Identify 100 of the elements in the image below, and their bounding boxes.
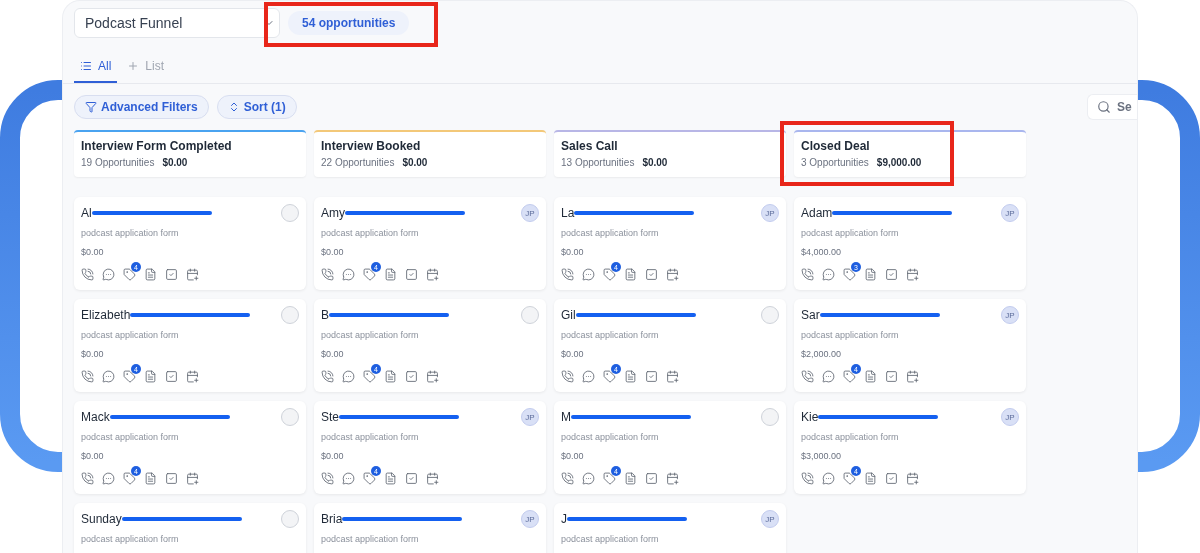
opportunity-value: $0.00	[561, 349, 585, 359]
task-icon[interactable]	[165, 472, 178, 485]
note-icon[interactable]	[864, 268, 877, 281]
assignee-avatar[interactable]: JP	[761, 510, 779, 528]
chat-icon[interactable]	[342, 370, 355, 383]
tag-icon[interactable]	[123, 370, 136, 383]
note-icon[interactable]	[144, 472, 157, 485]
view-tab[interactable]: All	[74, 53, 118, 83]
calendar-add-icon[interactable]	[186, 268, 199, 281]
stage-title: Interview Booked	[321, 139, 422, 153]
note-icon[interactable]	[144, 370, 157, 383]
pipeline-select[interactable]: Podcast Funnel	[74, 8, 280, 38]
phone-icon[interactable]	[801, 370, 814, 383]
phone-icon[interactable]	[321, 268, 334, 281]
phone-icon[interactable]	[561, 472, 574, 485]
chat-icon[interactable]	[102, 370, 115, 383]
tag-icon[interactable]	[603, 268, 616, 281]
calendar-add-icon[interactable]	[666, 472, 679, 485]
chat-icon[interactable]	[342, 268, 355, 281]
calendar-add-icon[interactable]	[426, 268, 439, 281]
lead-source: podcast application form	[321, 330, 420, 340]
stage-count: 22 Opportunities	[321, 157, 395, 168]
note-icon[interactable]	[384, 268, 397, 281]
phone-icon[interactable]	[81, 370, 94, 383]
calendar-add-icon[interactable]	[186, 370, 199, 383]
task-icon[interactable]	[645, 370, 658, 383]
chat-icon[interactable]	[102, 268, 115, 281]
phone-icon[interactable]	[561, 370, 574, 383]
opportunity-card[interactable]: Sunday podcast application form	[74, 503, 306, 553]
search-icon	[1097, 100, 1111, 114]
contact-name: Gil	[561, 308, 576, 322]
chat-icon[interactable]	[822, 472, 835, 485]
filter-button[interactable]: Advanced Filters	[74, 95, 209, 119]
tag-icon[interactable]	[363, 370, 376, 383]
tag-icon[interactable]	[603, 472, 616, 485]
assignee-avatar[interactable]: JP	[521, 204, 539, 222]
tag-icon[interactable]	[843, 268, 856, 281]
note-icon[interactable]	[384, 370, 397, 383]
opportunity-value: $0.00	[81, 349, 105, 359]
phone-icon[interactable]	[321, 370, 334, 383]
calendar-add-icon[interactable]	[666, 268, 679, 281]
calendar-add-icon[interactable]	[906, 472, 919, 485]
note-icon[interactable]	[624, 268, 637, 281]
tag-icon[interactable]	[363, 472, 376, 485]
task-icon[interactable]	[645, 268, 658, 281]
assignee-avatar[interactable]: JP	[521, 510, 539, 528]
assignee-avatar[interactable]: JP	[1001, 306, 1019, 324]
assignee-avatar[interactable]: JP	[761, 204, 779, 222]
calendar-add-icon[interactable]	[426, 472, 439, 485]
task-icon[interactable]	[165, 370, 178, 383]
phone-icon[interactable]	[81, 268, 94, 281]
task-icon[interactable]	[405, 268, 418, 281]
task-icon[interactable]	[645, 472, 658, 485]
tag-icon[interactable]	[123, 472, 136, 485]
calendar-add-icon[interactable]	[906, 268, 919, 281]
contact-name: M	[561, 410, 571, 424]
search-input[interactable]: Se	[1117, 100, 1137, 114]
phone-icon[interactable]	[561, 268, 574, 281]
tag-icon[interactable]	[843, 370, 856, 383]
calendar-add-icon[interactable]	[906, 370, 919, 383]
note-icon[interactable]	[384, 472, 397, 485]
task-icon[interactable]	[405, 472, 418, 485]
tag-icon[interactable]	[843, 472, 856, 485]
contact-name: Adam	[801, 206, 833, 220]
calendar-add-icon[interactable]	[666, 370, 679, 383]
sort-button[interactable]: Sort (1)	[216, 95, 297, 119]
chat-icon[interactable]	[582, 370, 595, 383]
task-icon[interactable]	[885, 370, 898, 383]
task-icon[interactable]	[165, 268, 178, 281]
note-icon[interactable]	[624, 472, 637, 485]
chat-icon[interactable]	[822, 268, 835, 281]
task-icon[interactable]	[405, 370, 418, 383]
phone-icon[interactable]	[801, 472, 814, 485]
chat-icon[interactable]	[822, 370, 835, 383]
calendar-add-icon[interactable]	[186, 472, 199, 485]
note-icon[interactable]	[624, 370, 637, 383]
contact-name: La	[561, 206, 575, 220]
tag-icon[interactable]	[123, 268, 136, 281]
calendar-add-icon[interactable]	[426, 370, 439, 383]
task-icon[interactable]	[885, 268, 898, 281]
assignee-avatar[interactable]: JP	[521, 408, 539, 426]
search-box[interactable]: Se	[1087, 94, 1137, 120]
phone-icon[interactable]	[321, 472, 334, 485]
task-icon[interactable]	[885, 472, 898, 485]
note-icon[interactable]	[144, 268, 157, 281]
opportunity-card[interactable]: J JP podcast application form	[554, 503, 786, 553]
phone-icon[interactable]	[81, 472, 94, 485]
tag-icon[interactable]	[363, 268, 376, 281]
assignee-avatar[interactable]: JP	[1001, 408, 1019, 426]
note-icon[interactable]	[864, 370, 877, 383]
opportunity-card[interactable]: Bria JP podcast application form	[314, 503, 546, 553]
assignee-avatar[interactable]: JP	[1001, 204, 1019, 222]
chat-icon[interactable]	[102, 472, 115, 485]
chat-icon[interactable]	[582, 268, 595, 281]
opportunity-value: $0.00	[81, 247, 105, 257]
note-icon[interactable]	[864, 472, 877, 485]
chat-icon[interactable]	[582, 472, 595, 485]
chat-icon[interactable]	[342, 472, 355, 485]
tag-icon[interactable]	[603, 370, 616, 383]
phone-icon[interactable]	[801, 268, 814, 281]
